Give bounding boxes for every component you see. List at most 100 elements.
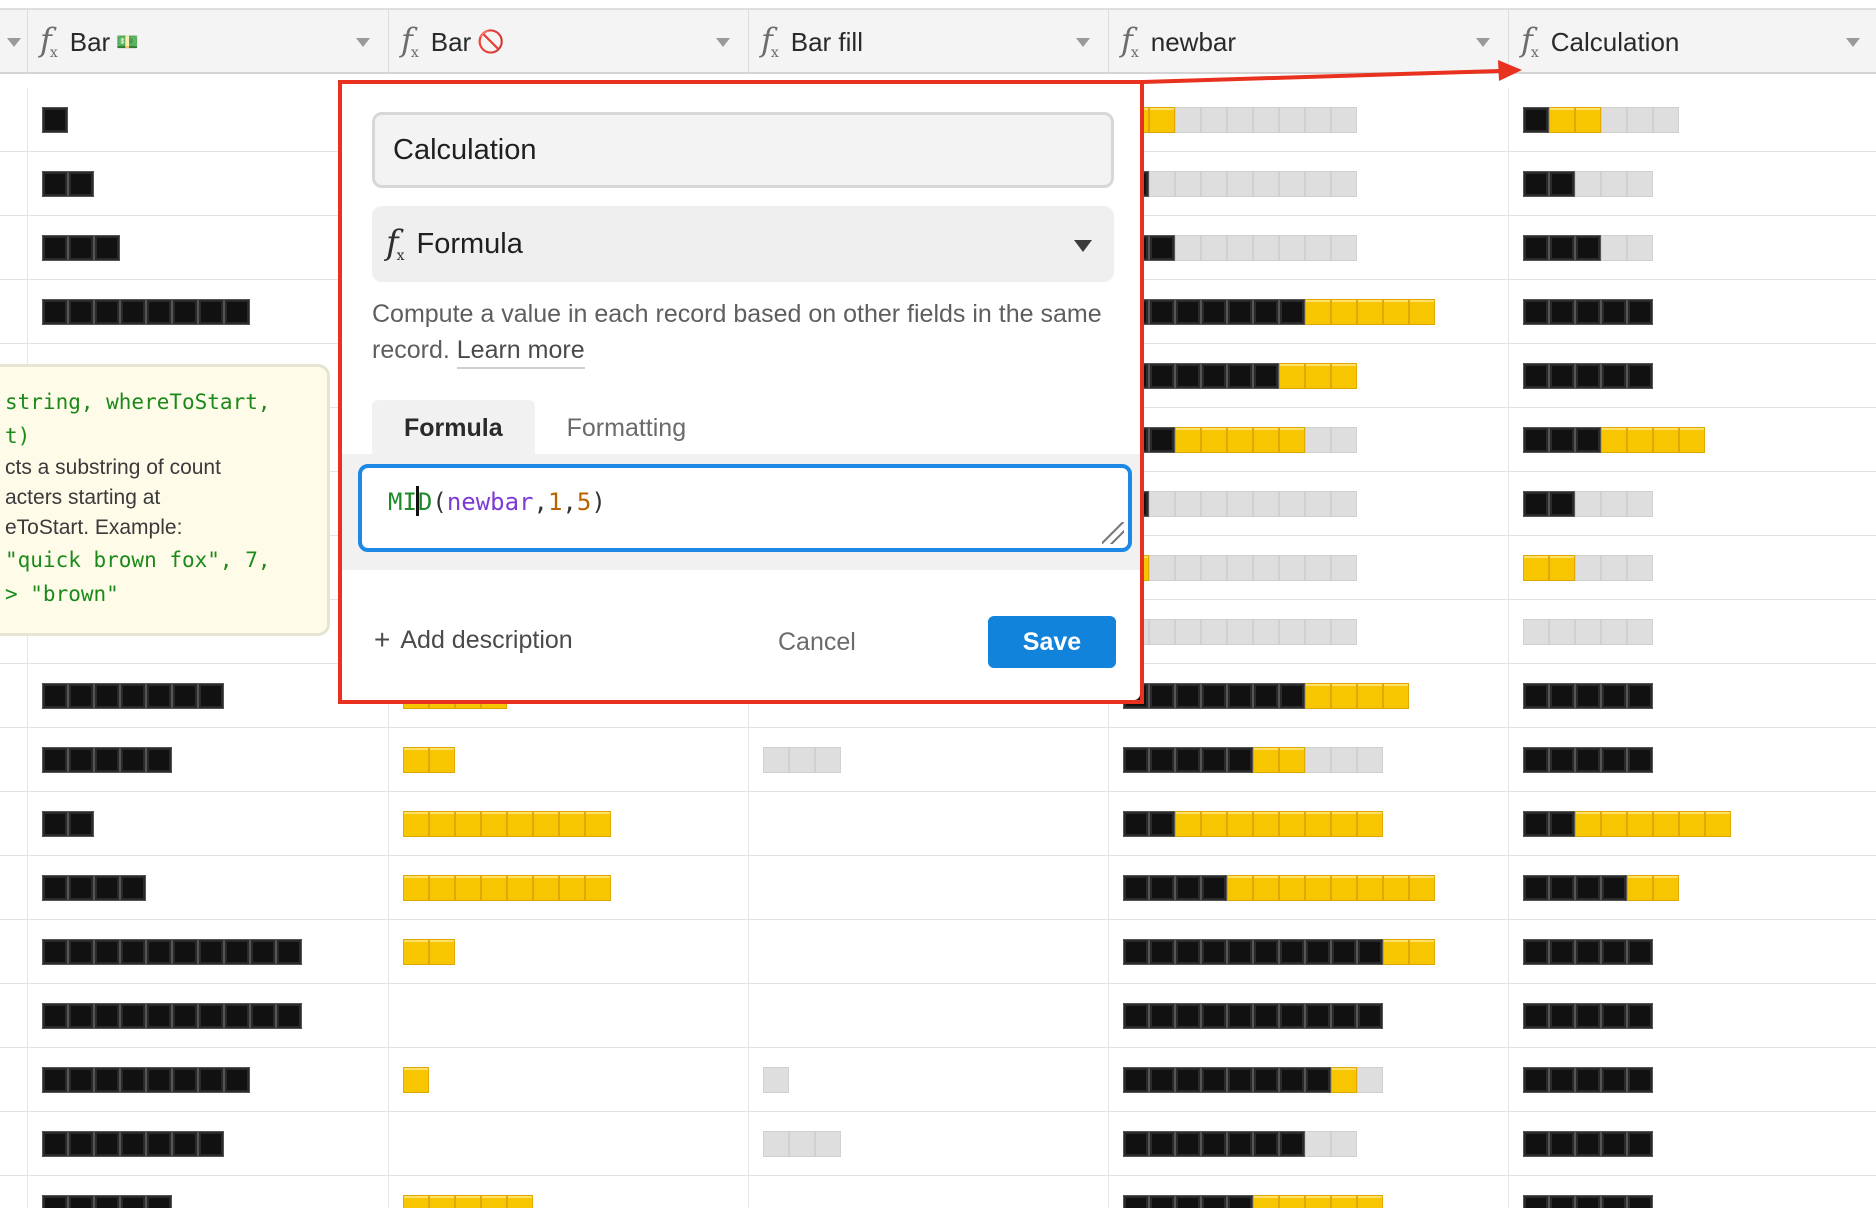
- cell-bar-money[interactable]: [28, 216, 389, 280]
- cell-newbar[interactable]: [1109, 920, 1509, 984]
- cell-bar-no[interactable]: [389, 1112, 749, 1176]
- cell-bar-money[interactable]: [28, 728, 389, 792]
- tab-formula[interactable]: Formula: [372, 400, 535, 456]
- cell-newbar[interactable]: [1109, 664, 1509, 728]
- tab-formatting[interactable]: Formatting: [535, 400, 718, 456]
- chevron-down-icon[interactable]: [716, 38, 730, 47]
- table-row[interactable]: [0, 1112, 1876, 1176]
- cell-newbar[interactable]: [1109, 152, 1509, 216]
- cell-calculation[interactable]: [1509, 920, 1876, 984]
- resize-handle-icon[interactable]: [1102, 522, 1124, 544]
- row-leading-cell[interactable]: [0, 1176, 28, 1208]
- cell-calculation[interactable]: [1509, 1048, 1876, 1112]
- table-row[interactable]: [0, 1176, 1876, 1208]
- column-header-calculation[interactable]: fx Calculation: [1509, 10, 1876, 74]
- cancel-button[interactable]: Cancel: [778, 628, 856, 657]
- cell-calculation[interactable]: [1509, 1112, 1876, 1176]
- cell-newbar[interactable]: [1109, 408, 1509, 472]
- column-header-bar-no[interactable]: fx Bar 🚫: [389, 10, 749, 74]
- table-row[interactable]: [0, 920, 1876, 984]
- table-row[interactable]: [0, 856, 1876, 920]
- cell-calculation[interactable]: [1509, 792, 1876, 856]
- row-leading-cell[interactable]: [0, 152, 28, 216]
- table-row[interactable]: [0, 792, 1876, 856]
- cell-newbar[interactable]: [1109, 216, 1509, 280]
- cell-bar-money[interactable]: [28, 856, 389, 920]
- cell-bar-no[interactable]: [389, 1176, 749, 1208]
- cell-bar-money[interactable]: [28, 1176, 389, 1208]
- row-leading-cell[interactable]: [0, 664, 28, 728]
- chevron-down-icon[interactable]: [1076, 38, 1090, 47]
- cell-newbar[interactable]: [1109, 792, 1509, 856]
- cell-bar-money[interactable]: [28, 1048, 389, 1112]
- column-header-newbar[interactable]: fx newbar: [1109, 10, 1509, 74]
- cell-newbar[interactable]: [1109, 1112, 1509, 1176]
- cell-newbar[interactable]: [1109, 88, 1509, 152]
- cell-bar-fill[interactable]: [749, 920, 1109, 984]
- cell-bar-money[interactable]: [28, 88, 389, 152]
- formula-input[interactable]: MID(newbar,1,5): [358, 464, 1132, 552]
- cell-newbar[interactable]: [1109, 728, 1509, 792]
- cell-bar-fill[interactable]: [749, 792, 1109, 856]
- cell-bar-money[interactable]: [28, 792, 389, 856]
- row-leading-cell[interactable]: [0, 792, 28, 856]
- chevron-down-icon[interactable]: [1846, 38, 1860, 47]
- cell-newbar[interactable]: [1109, 984, 1509, 1048]
- cell-bar-no[interactable]: [389, 728, 749, 792]
- table-row[interactable]: [0, 984, 1876, 1048]
- cell-bar-fill[interactable]: [749, 728, 1109, 792]
- cell-bar-money[interactable]: [28, 920, 389, 984]
- cell-calculation[interactable]: [1509, 856, 1876, 920]
- cell-bar-money[interactable]: [28, 664, 389, 728]
- chevron-down-icon[interactable]: [356, 38, 370, 47]
- cell-calculation[interactable]: [1509, 216, 1876, 280]
- column-header-bar-money[interactable]: fx Bar 💵: [28, 10, 389, 74]
- cell-newbar[interactable]: [1109, 536, 1509, 600]
- cell-bar-money[interactable]: [28, 280, 389, 344]
- cell-calculation[interactable]: [1509, 1176, 1876, 1208]
- cell-calculation[interactable]: [1509, 536, 1876, 600]
- cell-bar-fill[interactable]: [749, 856, 1109, 920]
- cell-bar-no[interactable]: [389, 984, 749, 1048]
- cell-bar-money[interactable]: [28, 1112, 389, 1176]
- cell-newbar[interactable]: [1109, 1176, 1509, 1208]
- cell-calculation[interactable]: [1509, 664, 1876, 728]
- row-leading-cell[interactable]: [0, 920, 28, 984]
- cell-calculation[interactable]: [1509, 344, 1876, 408]
- cell-newbar[interactable]: [1109, 472, 1509, 536]
- cell-bar-no[interactable]: [389, 856, 749, 920]
- row-leading-cell[interactable]: [0, 88, 28, 152]
- cell-newbar[interactable]: [1109, 856, 1509, 920]
- cell-bar-money[interactable]: [28, 984, 389, 1048]
- cell-calculation[interactable]: [1509, 280, 1876, 344]
- row-leading-cell[interactable]: [0, 1112, 28, 1176]
- row-leading-cell[interactable]: [0, 280, 28, 344]
- field-name-input[interactable]: [372, 112, 1114, 188]
- cell-bar-no[interactable]: [389, 792, 749, 856]
- cell-bar-fill[interactable]: [749, 1112, 1109, 1176]
- cell-calculation[interactable]: [1509, 728, 1876, 792]
- row-leading-cell[interactable]: [0, 856, 28, 920]
- cell-calculation[interactable]: [1509, 152, 1876, 216]
- row-leading-cell[interactable]: [0, 1048, 28, 1112]
- cell-newbar[interactable]: [1109, 344, 1509, 408]
- cell-calculation[interactable]: [1509, 472, 1876, 536]
- add-description-button[interactable]: + Add description: [374, 624, 573, 656]
- row-leading-cell[interactable]: [0, 984, 28, 1048]
- cell-calculation[interactable]: [1509, 984, 1876, 1048]
- column-header-bar-fill[interactable]: fx Bar fill: [749, 10, 1109, 74]
- learn-more-link[interactable]: Learn more: [456, 336, 585, 369]
- cell-calculation[interactable]: [1509, 600, 1876, 664]
- row-leading-cell[interactable]: [0, 728, 28, 792]
- cell-newbar[interactable]: [1109, 600, 1509, 664]
- cell-bar-money[interactable]: [28, 152, 389, 216]
- row-leading-cell[interactable]: [0, 216, 28, 280]
- cell-bar-no[interactable]: [389, 920, 749, 984]
- cell-bar-fill[interactable]: [749, 1048, 1109, 1112]
- chevron-down-icon[interactable]: [1476, 38, 1490, 47]
- cell-newbar[interactable]: [1109, 1048, 1509, 1112]
- cell-bar-fill[interactable]: [749, 984, 1109, 1048]
- column-header-bar-money[interactable]: [0, 10, 28, 74]
- cell-newbar[interactable]: [1109, 280, 1509, 344]
- cell-bar-no[interactable]: [389, 1048, 749, 1112]
